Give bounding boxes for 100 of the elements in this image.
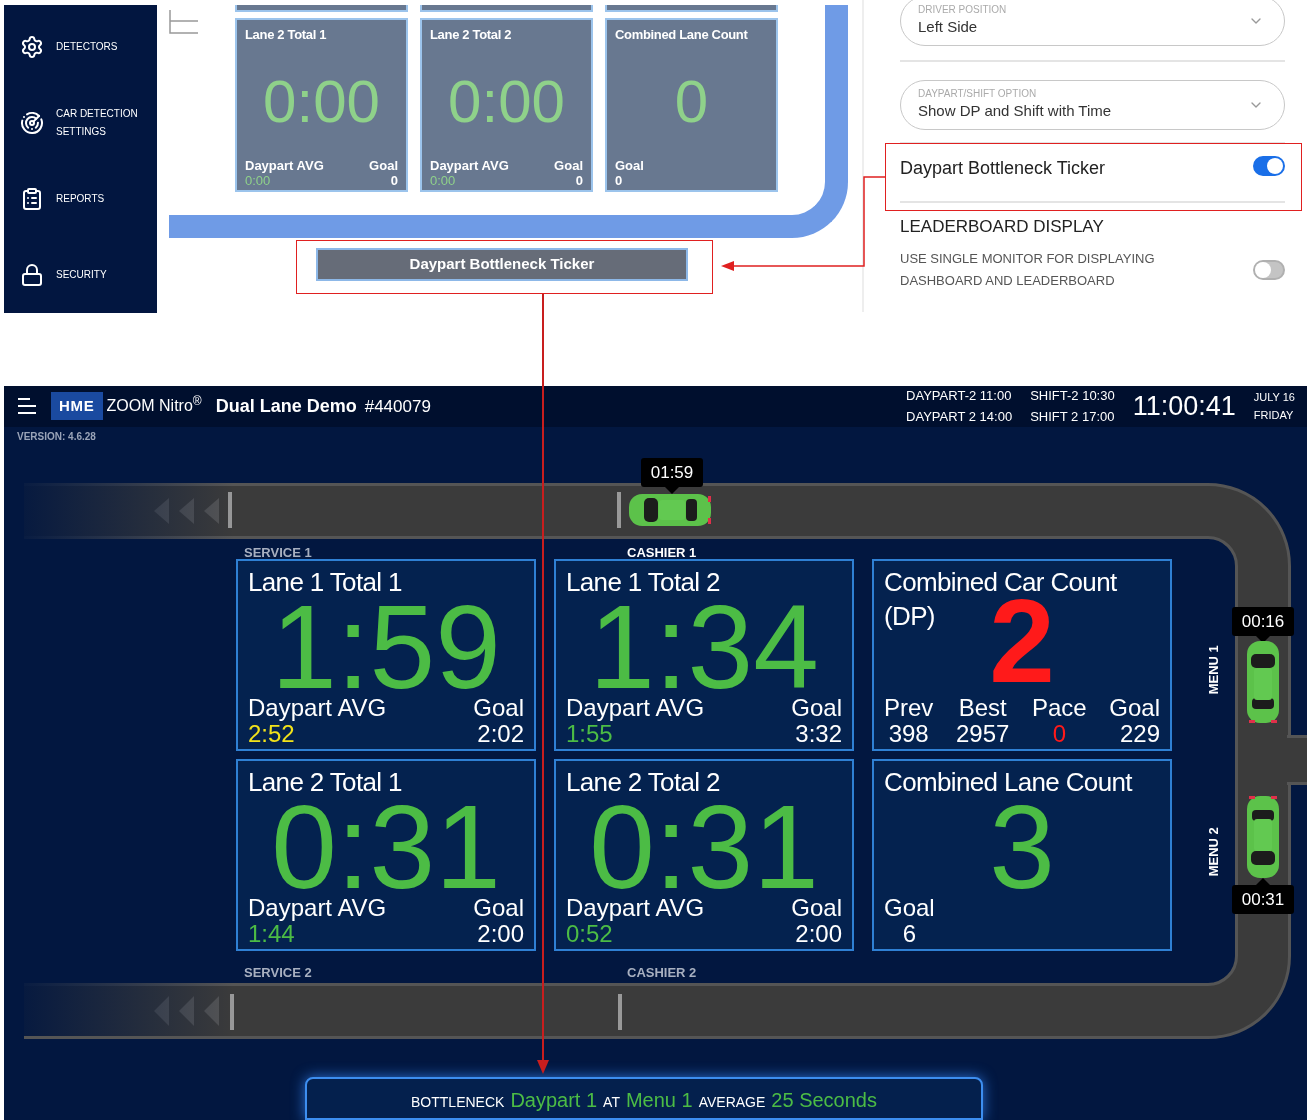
- setting-label: USE SINGLE MONITOR FOR DISPLAYING DASHBOARD AND LEADERBOARD: [900, 250, 1156, 290]
- schedule-entry: DAYPART-2 11:00: [906, 387, 1013, 406]
- tile-title: Lane 2 Total 2: [566, 765, 721, 799]
- stat-label: Daypart AVG: [245, 158, 324, 173]
- stat-label: Pace: [1031, 694, 1087, 721]
- car-icon: [1245, 795, 1281, 879]
- clipboard-icon: [20, 187, 44, 211]
- lane-label: SERVICE 1: [244, 544, 312, 562]
- time-tooltip: 01:59: [641, 458, 703, 494]
- radar-icon: [20, 111, 44, 135]
- stat-label: Goal: [1109, 694, 1160, 721]
- tile-title: Combined Lane Count: [884, 765, 1134, 799]
- stat-label: Daypart AVG: [566, 894, 705, 921]
- sidebar-item[interactable]: SECURITY: [4, 237, 157, 313]
- stat-label: Goal: [791, 894, 842, 921]
- lane-label: MENU 2: [1204, 827, 1222, 877]
- stat-value: 2:52: [248, 720, 295, 747]
- stat-value: 0: [1052, 720, 1066, 747]
- stat-label: Goal: [473, 694, 524, 721]
- product-name: ZOOM Nitro$^{®}$: [106, 394, 202, 417]
- tile-value: 0:31: [271, 798, 501, 895]
- schedule-entry: SHIFT 2 17:00: [1030, 408, 1115, 427]
- stat-value: 3:32: [795, 720, 842, 747]
- store-name: Dual Lane Demo: [215, 394, 357, 418]
- tile-title: Lane 2 Total 2: [430, 26, 513, 44]
- stat-label: Goal: [791, 694, 842, 721]
- stat-value: 0:00: [430, 173, 457, 188]
- lane-label: CASHIER 2: [627, 964, 697, 982]
- stat-value: 0:00: [245, 173, 272, 188]
- tile-value: 0: [674, 67, 709, 137]
- stat-value: 1:55: [566, 720, 613, 747]
- sidebar-item[interactable]: CAR DETECTION SETTINGS: [4, 85, 157, 161]
- menu-icon[interactable]: [17, 397, 37, 416]
- brand-logo: HME: [51, 392, 103, 421]
- ticker-value: Daypart 1: [510, 1087, 598, 1113]
- stat-label: Prev: [884, 694, 934, 721]
- stat-value: 0: [615, 173, 624, 188]
- section-heading: LEADERBOARD DISPLAY: [900, 216, 1105, 238]
- stat-value: 2:02: [477, 720, 524, 747]
- sidebar-item[interactable]: REPORTS: [4, 161, 157, 237]
- tile-value: 1:59: [271, 598, 501, 695]
- lane-label: MENU 1: [1204, 645, 1222, 695]
- tile-value: 3: [989, 798, 1055, 895]
- corner-line-icon: [169, 10, 199, 34]
- stat-label: Daypart AVG: [566, 694, 705, 721]
- store-number: #440079: [364, 395, 431, 418]
- toggle-switch[interactable]: [1253, 156, 1285, 176]
- lock-icon: [20, 263, 44, 287]
- lane-label: SERVICE 2: [244, 964, 312, 982]
- stat-value: 229: [1119, 720, 1160, 747]
- stat-label: Goal: [554, 158, 583, 173]
- stat-label: Best: [958, 694, 1007, 721]
- car-icon: [628, 492, 712, 528]
- schedule-entry: DAYPART 2 14:00: [906, 408, 1013, 427]
- tile-title: Combined Lane Count: [615, 26, 749, 44]
- stat-label: Goal: [884, 894, 935, 921]
- time-tooltip: 00:31: [1232, 878, 1294, 914]
- ticker-label: AVERAGE: [698, 1092, 766, 1112]
- setting-label: Daypart Bottleneck Ticker: [900, 157, 1106, 180]
- stat-value: 0: [390, 173, 398, 188]
- tile-value: 0:00: [448, 67, 565, 137]
- toggle-switch[interactable]: [1253, 260, 1285, 280]
- sidebar-item[interactable]: DETECTORS: [4, 9, 157, 85]
- stat-value: 1:44: [248, 920, 295, 947]
- tile-value: 0:00: [263, 67, 380, 137]
- stat-value: 6: [902, 920, 917, 947]
- car-icon: [1245, 640, 1281, 724]
- stat-value: 2:00: [477, 920, 524, 947]
- time-tooltip: 00:16: [1232, 607, 1294, 643]
- lane-label: CASHIER 1: [627, 544, 697, 562]
- tile-title: Lane 1 Total 2: [566, 565, 721, 599]
- tile-title: Lane 2 Total 1: [245, 26, 328, 44]
- side-road: [1287, 735, 1307, 785]
- tile-value: 1:34: [589, 598, 819, 695]
- ticker-value: Menu 1: [625, 1087, 693, 1113]
- schedule-entry: SHIFT-2 10:30: [1030, 387, 1115, 406]
- clock-time: 11:00:41: [1132, 390, 1236, 423]
- ticker-value: 25 Seconds: [771, 1087, 877, 1113]
- select-field[interactable]: DAYPART/SHIFT OPTION Show DP and Shift with Time: [900, 80, 1285, 130]
- version-text: VERSION: 4.6.28: [16, 429, 97, 444]
- tile-title: Lane 2 Total 1: [248, 765, 403, 799]
- ticker-label: BOTTLENECK: [411, 1092, 505, 1112]
- stat-value: 0:52: [566, 920, 613, 947]
- ticker-label: AT: [603, 1092, 620, 1112]
- stat-label: Daypart AVG: [248, 694, 387, 721]
- stat-label: Goal: [615, 158, 644, 173]
- stat-label: Goal: [473, 894, 524, 921]
- stat-label: Daypart AVG: [248, 894, 387, 921]
- stat-label: Goal: [369, 158, 398, 173]
- stat-value: 2:00: [795, 920, 842, 947]
- date-text: JULY 16: [1253, 390, 1295, 406]
- stat-label: Daypart AVG: [430, 158, 509, 173]
- stat-value: 2957: [955, 720, 1010, 747]
- stat-value: 0: [575, 173, 583, 188]
- tile-title: Lane 1 Total 1: [248, 565, 403, 599]
- settings-icon: [20, 35, 44, 59]
- stat-value: 398: [888, 720, 929, 747]
- weekday-text: FRIDAY: [1253, 408, 1295, 424]
- ticker-preview-bar[interactable]: Daypart Bottleneck Ticker: [316, 248, 688, 281]
- tile-value: 0:31: [589, 798, 819, 895]
